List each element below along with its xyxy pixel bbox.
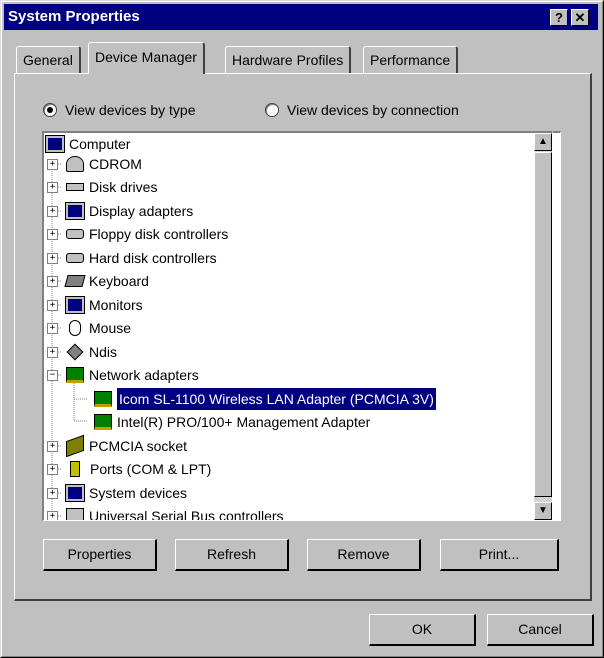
tree-item-label: Ports (COM & LPT)	[90, 461, 212, 477]
tab-hardware-profiles[interactable]: Hardware Profiles	[225, 46, 352, 74]
tree-item-cdrom[interactable]: + CDROM	[47, 153, 142, 175]
expand-icon[interactable]: +	[47, 182, 58, 193]
tree-root-label: Computer	[69, 136, 131, 152]
expand-icon[interactable]: +	[47, 488, 58, 499]
refresh-button[interactable]: Refresh	[175, 539, 289, 571]
disk-icon	[66, 183, 84, 191]
monitor-icon	[65, 202, 85, 220]
scroll-up-arrow-icon[interactable]: ▲	[534, 133, 552, 151]
tree-item-label: Network adapters	[89, 367, 199, 383]
ok-button[interactable]: OK	[369, 614, 476, 646]
expand-icon[interactable]: +	[47, 206, 58, 217]
system-properties-window: System Properties ? ✕ General Device Man…	[0, 0, 604, 658]
tree-vertical-scrollbar[interactable]: ▲ ▼	[534, 131, 553, 521]
tree-item-pcmcia-socket[interactable]: + PCMCIA socket	[47, 434, 188, 458]
remove-button[interactable]: Remove	[307, 539, 421, 571]
radio-selected-icon	[43, 103, 57, 117]
tree-item-hard-disk-controllers[interactable]: + Hard disk controllers	[47, 247, 217, 269]
controller-icon	[66, 253, 84, 263]
tree-item-keyboard[interactable]: + Keyboard	[47, 270, 149, 292]
expand-icon[interactable]: +	[47, 253, 58, 264]
help-button[interactable]: ?	[550, 9, 568, 26]
controller-icon	[66, 229, 84, 239]
collapse-icon[interactable]: −	[47, 370, 58, 381]
tree-item-label: PCMCIA socket	[89, 438, 188, 454]
tree-item-icom-adapter[interactable]: Icom SL-1100 Wireless LAN Adapter (PCMCI…	[94, 387, 437, 411]
network-card-icon	[94, 414, 112, 430]
tree-item-ports[interactable]: + Ports (COM & LPT)	[47, 458, 212, 480]
cdrom-icon	[66, 156, 84, 172]
computer-icon	[45, 135, 65, 153]
tree-item-monitors[interactable]: + Monitors	[47, 294, 143, 316]
title-bar[interactable]: System Properties ? ✕	[4, 4, 598, 30]
view-by-connection-radio[interactable]: View devices by connection	[265, 102, 459, 118]
tree-item-label: CDROM	[89, 156, 142, 172]
expand-icon[interactable]: +	[47, 276, 58, 287]
tree-item-system-devices[interactable]: + System devices	[47, 482, 188, 504]
expand-icon[interactable]: +	[47, 323, 58, 334]
expand-icon[interactable]: +	[47, 464, 58, 475]
computer-icon	[65, 484, 85, 502]
tree-item-label: Universal Serial Bus controllers	[89, 508, 284, 521]
tree-item-label: Keyboard	[89, 273, 149, 289]
pcmcia-icon	[66, 434, 84, 458]
expand-icon[interactable]: +	[47, 347, 58, 358]
window-title: System Properties	[8, 8, 140, 25]
tab-general[interactable]: General	[16, 46, 81, 74]
view-by-type-label: View devices by type	[65, 102, 196, 118]
tab-device-manager[interactable]: Device Manager	[88, 42, 205, 74]
tree-item-label: Mouse	[89, 320, 132, 336]
tab-performance[interactable]: Performance	[363, 46, 459, 74]
mouse-icon	[69, 320, 81, 336]
port-icon	[70, 461, 80, 477]
tree-item-display-adapters[interactable]: + Display adapters	[47, 200, 194, 222]
properties-button[interactable]: Properties	[43, 539, 157, 571]
tree-item-label: Monitors	[89, 297, 143, 313]
keyboard-icon	[64, 275, 86, 287]
diamond-icon	[66, 343, 84, 361]
tree-item-usb-controllers[interactable]: + Universal Serial Bus controllers	[47, 505, 284, 521]
tree-item-label: Floppy disk controllers	[89, 226, 229, 242]
tree-item-network-adapters[interactable]: − Network adapters	[47, 364, 199, 386]
tree-item-disk-drives[interactable]: + Disk drives	[47, 176, 158, 198]
expand-icon[interactable]: +	[47, 441, 58, 452]
monitor-icon	[65, 296, 85, 314]
tree-item-label: Disk drives	[89, 179, 158, 195]
view-by-connection-label: View devices by connection	[287, 102, 459, 118]
expand-icon[interactable]: +	[47, 511, 58, 520]
tree-item-label-selected: Icom SL-1100 Wireless LAN Adapter (PCMCI…	[116, 387, 437, 411]
radio-unselected-icon	[265, 103, 279, 117]
view-by-type-radio[interactable]: View devices by type	[43, 102, 195, 118]
expand-icon[interactable]: +	[47, 229, 58, 240]
tree-item-mouse[interactable]: + Mouse	[47, 317, 132, 339]
tree-item-ndis[interactable]: + Ndis	[47, 341, 118, 363]
tree-item-label: Ndis	[89, 344, 118, 360]
expand-icon[interactable]: +	[47, 300, 58, 311]
network-card-icon	[94, 391, 112, 407]
expand-icon[interactable]: +	[47, 159, 58, 170]
print-button[interactable]: Print...	[440, 539, 559, 571]
tree-item-intel-adapter[interactable]: Intel(R) PRO/100+ Management Adapter	[94, 411, 370, 433]
tree-root[interactable]: Computer	[45, 133, 131, 155]
scroll-thumb[interactable]	[534, 152, 552, 497]
device-manager-panel: View devices by type View devices by con…	[14, 73, 592, 601]
tree-item-label: Display adapters	[89, 203, 194, 219]
tree-item-label: Intel(R) PRO/100+ Management Adapter	[117, 414, 371, 430]
scroll-down-arrow-icon[interactable]: ▼	[534, 502, 552, 520]
tree-item-label: Hard disk controllers	[89, 250, 217, 266]
tree-item-floppy-controllers[interactable]: + Floppy disk controllers	[47, 223, 229, 245]
close-button[interactable]: ✕	[571, 9, 589, 26]
usb-icon	[66, 508, 84, 520]
network-card-icon	[66, 367, 84, 383]
cancel-button[interactable]: Cancel	[487, 614, 594, 646]
tree-item-label: System devices	[89, 485, 188, 501]
device-tree[interactable]: Computer + CDROM + Disk drives + Display…	[42, 131, 561, 521]
